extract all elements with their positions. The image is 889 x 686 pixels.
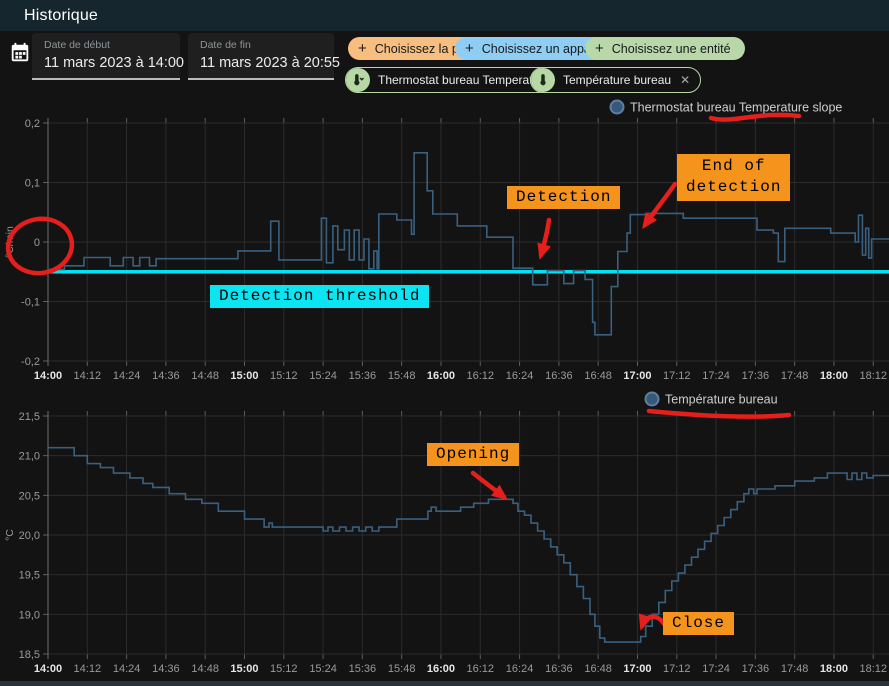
x-axis-label: 14:00: [34, 370, 62, 382]
end-of-detection-annotation: End of detection: [677, 154, 790, 201]
x-axis-label: 16:12: [467, 663, 495, 675]
x-axis-label: 17:24: [702, 663, 730, 675]
x-axis-label: 14:12: [74, 370, 102, 382]
x-axis-label: 18:12: [859, 663, 887, 675]
y-axis-label: 0: [34, 237, 40, 249]
history-chart-top-legend-item[interactable]: Thermostat bureau Temperature slope: [611, 101, 843, 115]
x-axis-label: 17:36: [742, 370, 770, 382]
y-axis-label: 19,5: [19, 570, 40, 582]
x-axis-label: 14:12: [74, 663, 102, 675]
x-axis-label: 16:24: [506, 663, 534, 675]
x-axis-label: 15:00: [230, 370, 258, 382]
x-axis-label: 17:12: [663, 663, 691, 675]
x-axis-label: 15:12: [270, 663, 298, 675]
x-axis-label: 15:36: [349, 370, 377, 382]
y-axis-label: 0,2: [25, 118, 40, 130]
x-axis-label: 14:36: [152, 663, 180, 675]
bottom-card-edge: [0, 681, 889, 686]
y-axis-label: 21,5: [19, 411, 40, 423]
y-axis-label: 18,5: [19, 649, 40, 661]
y-axis-unit: °C/min: [4, 226, 16, 258]
x-axis-label: 14:24: [113, 370, 141, 382]
x-axis-label: 15:24: [309, 370, 337, 382]
y-axis-label: 20,5: [19, 490, 40, 502]
y-axis-label: 20,0: [19, 530, 40, 542]
opening-annotation: Opening: [427, 443, 519, 466]
x-axis-label: 15:48: [388, 370, 416, 382]
x-axis-label: 15:24: [309, 663, 337, 675]
legend-dot-icon: [611, 101, 624, 114]
history-chart-bottom-legend-item[interactable]: Température bureau: [646, 393, 778, 407]
x-axis-label: 14:24: [113, 663, 141, 675]
x-axis-label: 17:24: [702, 370, 730, 382]
legend-label: Température bureau: [665, 393, 778, 407]
legend-dot-icon: [646, 393, 659, 406]
history-page: Historique Date de début 11 mars 2023 à …: [0, 0, 889, 686]
x-axis-label: 17:12: [663, 370, 691, 382]
x-axis-label: 16:00: [427, 663, 455, 675]
end-of-detection-line2: detection: [686, 178, 781, 196]
x-axis-label: 16:24: [506, 370, 534, 382]
x-axis-label: 17:48: [781, 370, 809, 382]
y-axis-label: -0,2: [21, 356, 40, 368]
x-axis-label: 18:00: [820, 663, 848, 675]
x-axis-label: 14:48: [191, 370, 219, 382]
x-axis-label: 16:48: [584, 663, 612, 675]
series-line: [48, 448, 889, 642]
y-axis-unit: °C: [4, 529, 16, 541]
x-axis-label: 14:48: [191, 663, 219, 675]
x-axis-label: 16:36: [545, 663, 573, 675]
x-axis-label: 16:48: [584, 370, 612, 382]
history-chart-top[interactable]: 14:00 14:12 14:24 14:36 14:48 15:00 15:12 15:24…: [4, 101, 889, 383]
x-axis-label: 17:00: [623, 370, 651, 382]
detection-annotation: Detection: [507, 186, 620, 209]
x-axis-label: 17:48: [781, 663, 809, 675]
detection-threshold-annotation: Detection threshold: [210, 285, 429, 308]
y-axis-label: 19,0: [19, 609, 40, 621]
history-charts: 14:00 14:12 14:24 14:36 14:48 15:00 15:12 15:24…: [0, 0, 889, 686]
x-axis-label: 17:36: [742, 663, 770, 675]
x-axis-label: 17:00: [623, 663, 651, 675]
history-chart-bottom[interactable]: 14:00 14:12 14:24 14:36 14:48 15:00 15:12 15:24…: [4, 393, 889, 676]
x-axis-label: 18:00: [820, 370, 848, 382]
x-axis-label: 16:36: [545, 370, 573, 382]
y-axis-label: -0,1: [21, 297, 40, 309]
x-axis-label: 14:00: [34, 663, 62, 675]
x-axis-label: 14:36: [152, 370, 180, 382]
x-axis-label: 15:00: [230, 663, 258, 675]
x-axis-label: 15:36: [349, 663, 377, 675]
x-axis-label: 18:12: [859, 370, 887, 382]
y-axis-label: 0,1: [25, 178, 40, 190]
x-axis-label: 16:12: [467, 370, 495, 382]
x-axis-label: 15:48: [388, 663, 416, 675]
y-axis-label: 21,0: [19, 451, 40, 463]
close-annotation: Close: [663, 612, 734, 635]
x-axis-label: 16:00: [427, 370, 455, 382]
end-of-detection-line1: End of: [702, 157, 766, 175]
x-axis-label: 15:12: [270, 370, 298, 382]
legend-label: Thermostat bureau Temperature slope: [630, 101, 842, 115]
